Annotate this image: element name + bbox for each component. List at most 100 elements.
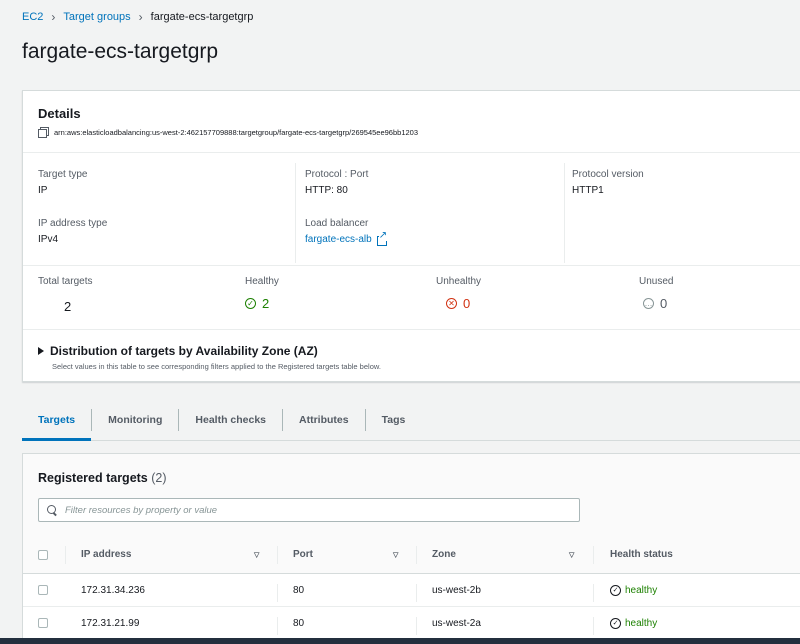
- breadcrumb-current: fargate-ecs-targetgrp: [150, 11, 254, 23]
- column-header-zone[interactable]: Zone: [432, 536, 456, 573]
- column-divider: [277, 617, 278, 635]
- column-divider: [416, 584, 417, 602]
- chevron-right-icon: ›: [51, 10, 56, 24]
- row-select-cell: [38, 607, 48, 639]
- page-title: fargate-ecs-targetgrp: [22, 40, 219, 63]
- row-health-text: healthy: [625, 617, 658, 629]
- table-row[interactable]: 172.31.21.99 80 us-west-2a ✓ healthy: [23, 607, 800, 640]
- row-health-status: ✓ healthy: [610, 607, 657, 639]
- target-type: Target type IP: [38, 169, 87, 196]
- row-ip: 172.31.21.99: [81, 617, 140, 629]
- tab-health-checks[interactable]: Health checks: [179, 405, 282, 435]
- row-health-text: healthy: [625, 584, 658, 596]
- external-link-icon[interactable]: [376, 230, 388, 246]
- unused-value[interactable]: 0: [660, 296, 667, 311]
- table-row[interactable]: 172.31.34.236 80 us-west-2b ✓ healthy: [23, 574, 800, 607]
- row-zone: us-west-2a: [432, 617, 481, 629]
- row-health-status: ✓ healthy: [610, 574, 657, 606]
- load-balancer: Load balancer fargate-ecs-alb: [305, 218, 388, 246]
- target-type-label: Target type: [38, 169, 88, 180]
- check-circle-icon: ✓: [610, 617, 621, 629]
- column-divider: [65, 546, 66, 564]
- load-balancer-link[interactable]: fargate-ecs-alb: [305, 230, 388, 246]
- protocol-version-label: Protocol version: [572, 169, 644, 180]
- column-divider: [416, 617, 417, 635]
- unhealthy-value[interactable]: 0: [463, 296, 470, 311]
- arn-row: arn:aws:elasticloadbalancing:us-west-2:4…: [38, 127, 418, 138]
- table-header-row: IP address ▽ Port ▽ Zone ▽ Health status: [23, 536, 800, 574]
- unused-label: Unused: [639, 276, 674, 287]
- column-divider: [277, 546, 278, 564]
- total-targets-value: 2: [64, 299, 72, 314]
- unused-value-row[interactable]: … 0: [639, 296, 673, 311]
- tab-tags[interactable]: Tags: [366, 405, 422, 435]
- column-divider: [277, 584, 278, 602]
- column-header-port[interactable]: Port: [293, 536, 313, 573]
- column-divider: [593, 584, 594, 602]
- check-circle-icon: ✓: [245, 298, 256, 309]
- load-balancer-value[interactable]: fargate-ecs-alb: [305, 234, 372, 245]
- registered-targets-panel: Registered targets (2) IP address ▽ Port…: [22, 453, 800, 644]
- breadcrumb-target-groups-link[interactable]: Target groups: [63, 11, 130, 23]
- search-icon: [47, 505, 57, 515]
- tab-monitoring[interactable]: Monitoring: [92, 405, 178, 435]
- divider: [23, 152, 800, 153]
- tab-bar: Targets Monitoring Health checks Attribu…: [22, 405, 800, 441]
- search-input[interactable]: [65, 504, 545, 516]
- column-header-ip[interactable]: IP address: [81, 536, 131, 573]
- target-type-value: IP: [38, 185, 48, 196]
- unhealthy-label: Unhealthy: [436, 276, 482, 287]
- unhealthy-value-row[interactable]: ✕ 0: [436, 296, 481, 311]
- registered-targets-title: Registered targets (2): [38, 471, 167, 485]
- column-divider: [593, 546, 594, 564]
- protocol-version: Protocol version HTTP1: [572, 169, 644, 196]
- search-box[interactable]: [38, 498, 580, 522]
- row-checkbox[interactable]: [38, 618, 48, 628]
- total-targets-label: Total targets: [38, 276, 93, 287]
- column-divider: [593, 617, 594, 635]
- details-panel: Details arn:aws:elasticloadbalancing:us-…: [22, 90, 800, 382]
- row-port: 80: [293, 584, 305, 596]
- chevron-right-icon: ›: [138, 10, 143, 24]
- protocol-port-value: HTTP: 80: [305, 185, 348, 196]
- row-checkbox[interactable]: [38, 585, 48, 595]
- ip-address-type-label: IP address type: [38, 218, 108, 229]
- error-circle-icon: ✕: [446, 298, 457, 309]
- healthy-count: Healthy ✓ 2: [245, 276, 279, 311]
- column-divider: [564, 163, 565, 263]
- az-distribution-section: Distribution of targets by Availability …: [38, 344, 381, 371]
- registered-targets-heading: Registered targets: [38, 471, 148, 485]
- total-targets: Total targets 2: [38, 276, 92, 314]
- healthy-value-row[interactable]: ✓ 2: [245, 296, 279, 311]
- az-distribution-toggle[interactable]: Distribution of targets by Availability …: [38, 344, 381, 358]
- divider: [23, 329, 800, 330]
- details-title: Details: [38, 106, 81, 121]
- column-divider: [295, 163, 296, 263]
- caret-right-icon[interactable]: [38, 347, 44, 355]
- breadcrumb-ec2-link[interactable]: EC2: [22, 11, 43, 23]
- check-circle-icon: ✓: [610, 584, 621, 596]
- row-port: 80: [293, 617, 305, 629]
- unhealthy-count: Unhealthy ✕ 0: [436, 276, 481, 311]
- protocol-port-label: Protocol : Port: [305, 169, 369, 180]
- registered-targets-count: (2): [151, 471, 167, 485]
- sort-caret-icon[interactable]: ▽: [254, 536, 259, 573]
- column-header-health[interactable]: Health status: [610, 536, 673, 573]
- az-title[interactable]: Distribution of targets by Availability …: [50, 344, 318, 358]
- row-ip: 172.31.34.236: [81, 584, 145, 596]
- unused-count: Unused … 0: [639, 276, 673, 311]
- select-all-checkbox[interactable]: [38, 549, 48, 560]
- registered-targets-header: Registered targets (2): [23, 454, 800, 536]
- sort-caret-icon[interactable]: ▽: [569, 536, 574, 573]
- load-balancer-label: Load balancer: [305, 218, 369, 229]
- column-divider: [416, 546, 417, 564]
- healthy-label: Healthy: [245, 276, 279, 287]
- bottom-bar: [0, 638, 800, 644]
- sort-caret-icon[interactable]: ▽: [393, 536, 398, 573]
- tab-targets[interactable]: Targets: [22, 405, 92, 441]
- protocol-port: Protocol : Port HTTP: 80: [305, 169, 368, 196]
- az-description: Select values in this table to see corre…: [52, 362, 381, 371]
- healthy-value[interactable]: 2: [262, 296, 269, 311]
- tab-attributes[interactable]: Attributes: [283, 405, 365, 435]
- copy-icon[interactable]: [38, 127, 49, 138]
